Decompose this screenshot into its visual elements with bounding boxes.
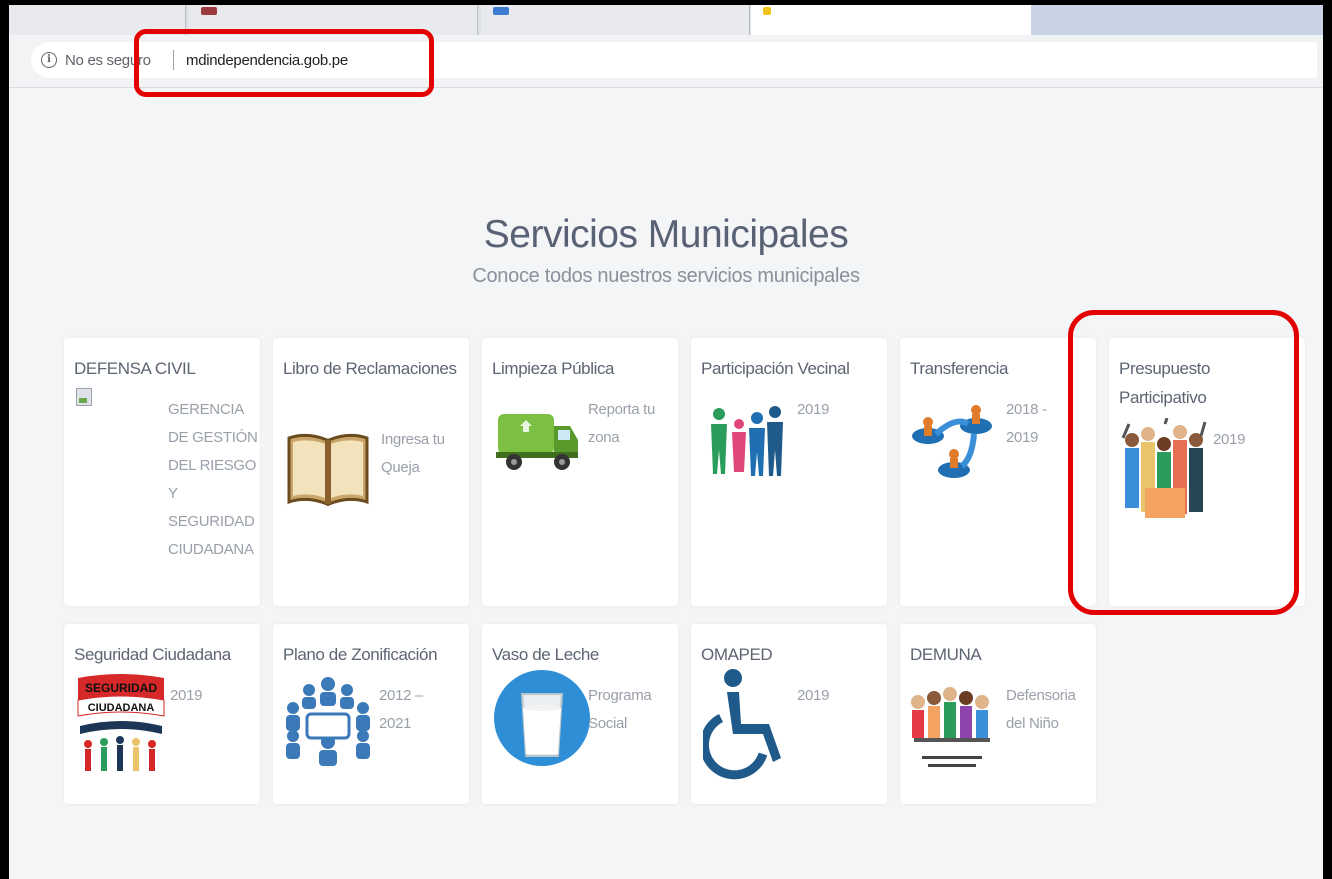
service-card-limpieza-publica[interactable]: Limpieza Pública Reporta tu zona [482,338,678,606]
open-book-icon [287,433,369,507]
seguridad-ciudadana-logo: SEGURIDAD CIUDADANA [77,674,165,771]
service-card-defensa-civil[interactable]: DEFENSA CIVIL GERENCIA DE GESTIÓN DEL RI… [64,338,260,606]
card-description: Defensoria del Niño [1006,687,1076,732]
service-card-omaped[interactable]: OMAPED 2019 [691,624,887,804]
card-title: Seguridad Ciudadana [74,645,231,664]
annotation-highlight-card [1068,310,1299,615]
tab-strip-background [1031,5,1323,35]
card-description: Reporta tu zona [588,401,656,446]
garbage-truck-icon [496,414,578,470]
card-description: 2018 - 2019 [1006,401,1047,446]
section-subtitle: Conoce todos nuestros servicios municipa… [472,265,860,287]
favicon-icon [201,7,217,15]
logo-text: SEGURIDAD [85,681,157,695]
service-card-transferencia[interactable]: Transferencia 2018 - 2019 [900,338,1096,606]
card-title: OMAPED [701,645,773,664]
wheelchair-icon [703,669,781,780]
service-card-plano-zonificacion[interactable]: Plano de Zonificación 2012 – 2021 [273,624,469,804]
transfer-people-icon [912,405,992,478]
card-title: Participación Vecinal [701,359,850,378]
favicon-icon [493,7,509,15]
card-description: Programa Social [588,687,652,732]
card-description: 2012 – 2021 [379,687,424,732]
annotation-highlight-url [134,29,434,97]
logo-text: CIUDADANA [88,702,155,714]
milk-glass-icon [494,670,590,766]
community-people-icon [711,406,783,476]
service-card-demuna[interactable]: DEMUNA Defensoria del Niño [900,624,1096,804]
card-title: Plano de Zonificación [283,645,438,664]
card-description: 2019 [170,687,203,704]
browser-tab-active[interactable] [751,5,1032,35]
card-description: Ingresa tu Queja [381,431,445,476]
card-title: DEFENSA CIVIL [74,359,196,378]
service-card-seguridad-ciudadana[interactable]: Seguridad Ciudadana SEGURIDAD CIUDADANA … [64,624,260,804]
meeting-table-icon [286,677,370,766]
service-card-vaso-de-leche[interactable]: Vaso de Leche Programa Social [482,624,678,804]
card-title: Vaso de Leche [492,645,599,664]
browser-tab[interactable] [481,5,750,35]
service-card-participacion-vecinal[interactable]: Participación Vecinal 2019 [691,338,887,606]
section-title: Servicios Municipales [483,213,849,256]
card-description: 2019 [797,687,830,704]
card-title: Limpieza Pública [492,359,615,378]
card-title: Libro de Reclamaciones [283,359,457,378]
card-description: 2019 [797,401,830,418]
broken-image-icon [76,388,92,406]
favicon-icon [763,7,771,15]
children-group-icon [911,687,990,767]
service-card-libro-reclamaciones[interactable]: Libro de Reclamaciones Ingresa tu Queja [273,338,469,606]
card-title: Transferencia [910,359,1009,378]
info-icon[interactable]: i [41,52,57,68]
card-title: DEMUNA [910,645,982,664]
card-description: GERENCIA DE GESTIÓN DEL RIESGO Y SEGURID… [168,401,258,558]
